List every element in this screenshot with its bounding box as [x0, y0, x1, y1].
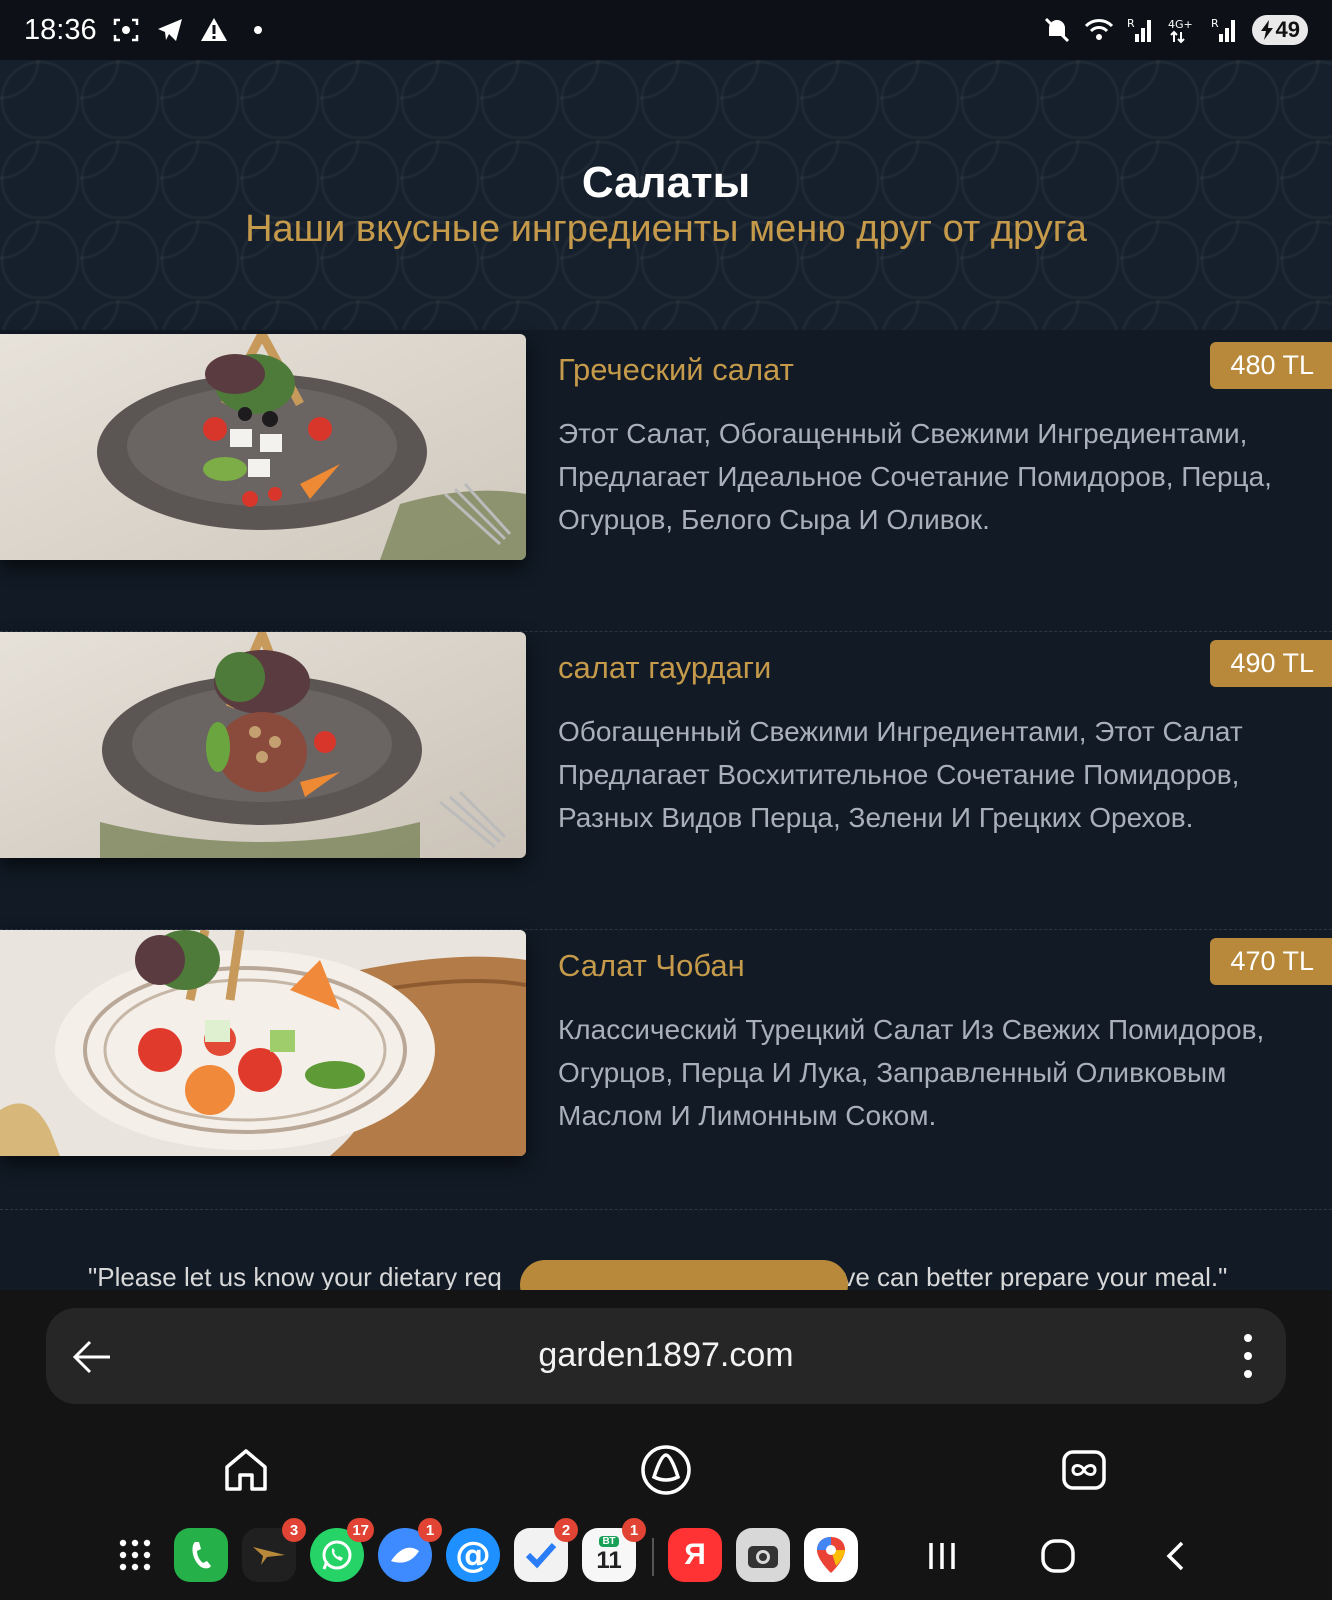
url-bar[interactable]: garden1897.com: [46, 1308, 1286, 1404]
yandex-letter: Я: [684, 1538, 706, 1571]
notification-badge: 3: [282, 1518, 306, 1542]
browser-navigation: [0, 1430, 1332, 1510]
menu-item-description: Обогащенный Свежими Ингредиентами, Этот …: [558, 716, 1243, 833]
greek-salad-photo[interactable]: [0, 334, 526, 560]
system-home-icon[interactable]: [1036, 1534, 1080, 1578]
dock-divider: [652, 1538, 654, 1576]
bird-app-icon[interactable]: 3: [242, 1518, 306, 1582]
wifi-icon: [1084, 15, 1114, 45]
telegram-icon: [155, 15, 185, 45]
svg-text:4G+: 4G+: [1168, 18, 1193, 31]
dot-icon: [243, 15, 273, 45]
notification-badge: 2: [554, 1518, 578, 1542]
menu-item-description: Этот Салат, Обогащенный Свежими Ингредие…: [558, 418, 1272, 535]
phone-icon[interactable]: [174, 1528, 228, 1582]
mail-icon[interactable]: @: [446, 1528, 500, 1582]
floating-action-button[interactable]: [520, 1260, 848, 1290]
page-subtitle: Наши вкусные ингредиенты меню друг от др…: [245, 208, 1087, 250]
menu-item-description: Классический Турецкий Салат Из Свежих По…: [558, 1014, 1265, 1131]
svg-text:R: R: [1211, 17, 1219, 30]
menu-item-price: 490 TL: [1210, 640, 1332, 687]
more-options-icon[interactable]: [1238, 1334, 1258, 1378]
svg-text:R: R: [1127, 17, 1135, 30]
gaurdagi-salad-photo[interactable]: [0, 632, 526, 858]
calendar-weekday: ВТ: [598, 1535, 620, 1547]
whatsapp-icon[interactable]: 17: [310, 1518, 374, 1582]
menu-item-price: 480 TL: [1210, 342, 1332, 389]
home-icon[interactable]: [214, 1438, 278, 1502]
calendar-icon[interactable]: ВТ 11 1: [582, 1518, 646, 1582]
status-time: 18:36: [24, 13, 97, 46]
tasks-icon[interactable]: 2: [514, 1518, 578, 1582]
dietary-note-left: "Please let us know your dietary req: [88, 1262, 502, 1290]
recent-apps-icon[interactable]: [920, 1534, 964, 1578]
apps-grid-icon[interactable]: [108, 1528, 162, 1582]
menu-item[interactable]: Греческий салат 480 TL Этот Салат, Обога…: [0, 334, 1332, 632]
menu-item[interactable]: Салат Чобан 470 TL Классический Турецкий…: [0, 930, 1332, 1210]
menu-item-price: 470 TL: [1210, 938, 1332, 985]
blue-app-icon[interactable]: 1: [378, 1518, 442, 1582]
menu-item[interactable]: салат гаурдаги 490 TL Обогащенный Свежим…: [0, 632, 1332, 930]
yandex-icon[interactable]: Я: [668, 1528, 722, 1582]
signal-r2-icon: R: [1210, 15, 1240, 45]
hero-banner: Салаты Наши вкусные ингредиенты меню дру…: [0, 60, 1332, 330]
url-text[interactable]: garden1897.com: [46, 1336, 1286, 1375]
warning-icon: [199, 15, 229, 45]
notification-badge: 17: [347, 1518, 374, 1542]
menu-item-name: Греческий салат: [558, 352, 794, 387]
web-page: Салаты Наши вкусные ингредиенты меню дру…: [0, 60, 1332, 1290]
app-dock: 3 17 1 @ 2 ВТ 11 1 Я: [0, 1510, 1332, 1600]
alice-assistant-icon[interactable]: [634, 1438, 698, 1502]
mute-icon: [1042, 15, 1072, 45]
dietary-note-right: ve can better prepare your meal.": [842, 1262, 1228, 1290]
status-bar: 18:36 R 4G+ R 49: [0, 0, 1332, 60]
menu-item-name: салат гаурдаги: [558, 650, 772, 685]
choban-salad-photo[interactable]: [0, 930, 526, 1156]
screenshot-icon: [111, 15, 141, 45]
battery-indicator: 49: [1251, 15, 1308, 45]
tabs-icon[interactable]: [1052, 1438, 1116, 1502]
system-back-icon[interactable]: [1154, 1534, 1198, 1578]
page-title: Салаты: [581, 158, 751, 207]
browser-toolbar: garden1897.com: [0, 1290, 1332, 1430]
notification-badge: 1: [622, 1518, 646, 1542]
menu-item-name: Салат Чобан: [558, 948, 745, 983]
signal-r-icon: R: [1126, 15, 1156, 45]
charging-icon: [1260, 20, 1273, 40]
camera-icon[interactable]: [736, 1528, 790, 1582]
maps-icon[interactable]: [804, 1528, 858, 1582]
battery-level: 49: [1275, 17, 1300, 42]
calendar-day: 11: [596, 1546, 622, 1574]
4g-signal-icon: 4G+: [1168, 15, 1198, 45]
notification-badge: 1: [418, 1518, 442, 1542]
